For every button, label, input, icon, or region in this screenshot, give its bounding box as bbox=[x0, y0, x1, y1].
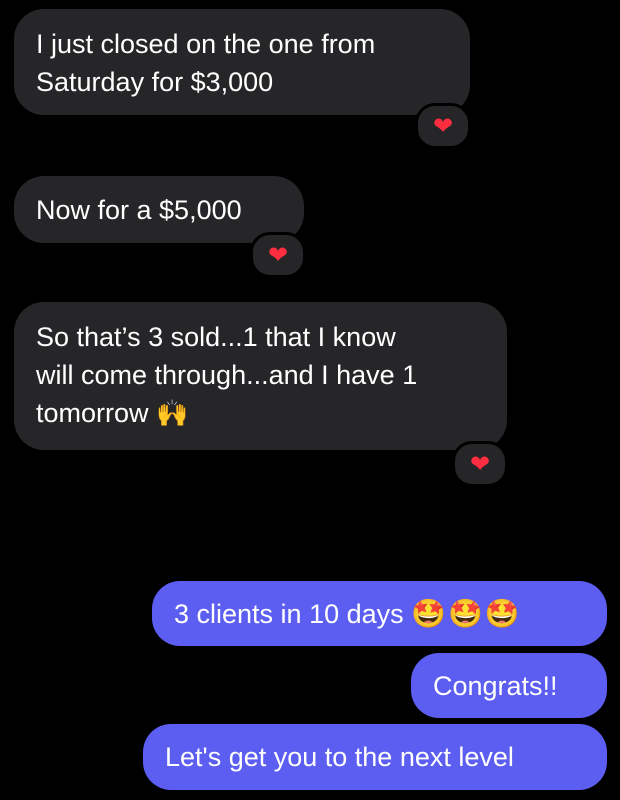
sent-message-bubble[interactable]: Congrats!! bbox=[411, 653, 607, 718]
heart-reaction-badge[interactable]: ❤ bbox=[452, 441, 508, 487]
red-heart-icon: ❤ bbox=[432, 112, 454, 140]
message-text: Congrats!! bbox=[433, 671, 558, 701]
raising-hands-icon: 🙌 bbox=[156, 399, 189, 429]
star-struck-face-icon: 🤩🤩🤩 bbox=[411, 597, 522, 630]
message-text: Now for a $5,000 bbox=[36, 195, 242, 225]
heart-reaction-badge[interactable]: ❤ bbox=[415, 103, 471, 149]
received-message-bubble[interactable]: So that’s 3 sold...1 that I know will co… bbox=[14, 302, 507, 450]
message-text: Let's get you to the next level bbox=[165, 742, 514, 772]
red-heart-icon: ❤ bbox=[469, 450, 491, 478]
message-text: I just closed on the one from Saturday f… bbox=[36, 29, 376, 97]
message-text: 3 clients in 10 days bbox=[174, 599, 404, 629]
heart-reaction-badge[interactable]: ❤ bbox=[250, 232, 306, 278]
sent-message-bubble[interactable]: Let's get you to the next level bbox=[143, 724, 607, 790]
red-heart-icon: ❤ bbox=[267, 241, 289, 269]
message-text: So that’s 3 sold...1 that I know will co… bbox=[36, 322, 418, 428]
received-message-bubble[interactable]: I just closed on the one from Saturday f… bbox=[14, 9, 470, 115]
sent-message-bubble[interactable]: 3 clients in 10 days 🤩🤩🤩 bbox=[152, 581, 607, 646]
